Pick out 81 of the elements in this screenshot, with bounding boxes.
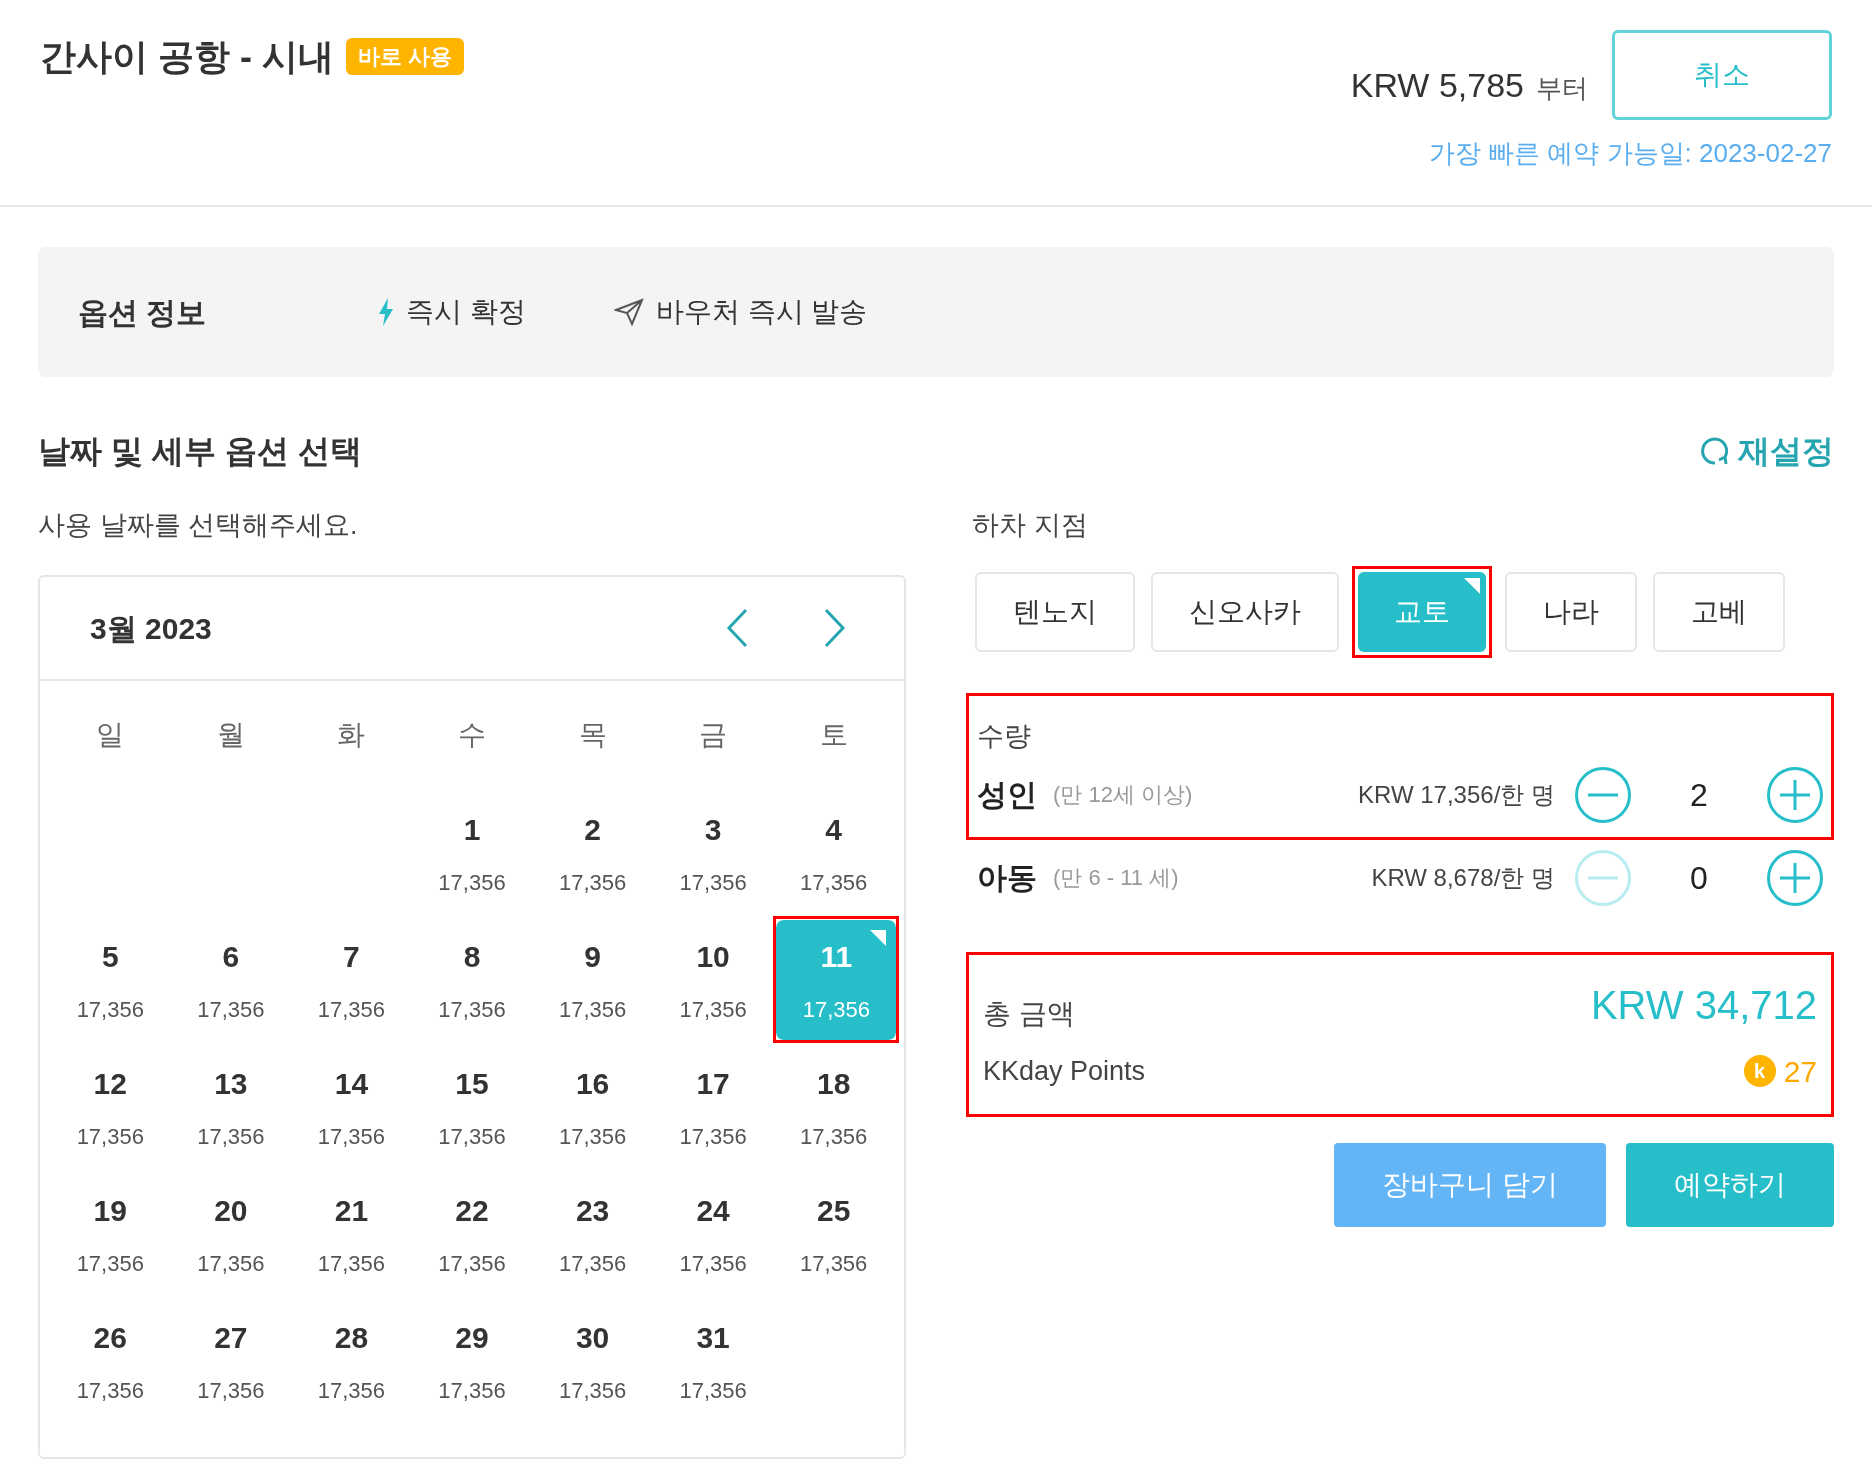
total-amount: KRW 34,712 (1590, 981, 1817, 1029)
price-suffix: 부터 (1536, 71, 1588, 105)
date-cell[interactable]: 25 17,356 (773, 1173, 894, 1294)
corner-flag-icon (1464, 578, 1480, 594)
age-note: (만 6 - 11 세) (1053, 864, 1179, 892)
date-cell[interactable]: 31 17,356 (653, 1300, 774, 1421)
section-title: 날짜 및 세부 옵션 선택 (38, 432, 362, 471)
date-cell[interactable]: 16 17,356 (532, 1046, 653, 1167)
quantity-count: 0 (1689, 858, 1709, 898)
weekday-label: 토 (818, 718, 849, 752)
points-label: KKday Points (983, 1054, 1146, 1088)
weekday-label: 월 (215, 718, 246, 752)
starting-price: KRW 5,785 (1350, 64, 1524, 106)
date-cell[interactable]: 20 17,356 (170, 1173, 291, 1294)
date-cell[interactable]: 17 17,356 (653, 1046, 774, 1167)
weekday-label: 수 (457, 718, 487, 752)
date-cell[interactable]: 1 17,356 (412, 792, 532, 913)
earliest-date: 가장 빠른 예약 가능일: 2023-02-27 (1428, 137, 1832, 170)
plus-icon (1780, 779, 1810, 810)
weekday-label: 금 (698, 718, 729, 752)
dropoff-option[interactable]: 신오사카 (1151, 572, 1339, 652)
date-cell[interactable]: 9 17,356 (532, 919, 653, 1040)
refresh-icon (1700, 436, 1730, 466)
feature-label: 바우처 즉시 발송 (655, 295, 868, 329)
lightning-icon (378, 298, 394, 326)
instant-use-badge: 바로 사용 (346, 38, 465, 75)
date-prompt: 사용 날짜를 선택해주세요. (38, 509, 359, 542)
coin-icon: k (1743, 1055, 1776, 1087)
date-cell[interactable]: 23 17,356 (532, 1173, 653, 1294)
ticket-type: 아동 (977, 860, 1037, 896)
date-cell[interactable]: 3 17,356 (653, 792, 774, 913)
date-cell[interactable]: 7 17,356 (291, 919, 412, 1040)
plus-icon (1780, 862, 1810, 893)
date-cell[interactable]: 18 17,356 (773, 1046, 894, 1167)
minus-icon (1588, 875, 1618, 880)
quantity-count: 2 (1689, 775, 1709, 815)
month-label: 3월 2023 (90, 610, 212, 647)
age-note: (만 12세 이상) (1053, 781, 1193, 809)
date-cell[interactable]: 4 17,356 (773, 792, 894, 913)
dropoff-option[interactable]: 텐노지 (975, 572, 1135, 652)
date-cell[interactable]: 6 17,356 (170, 919, 291, 1040)
page-title: 간사이 공항 - 시내 (40, 35, 334, 79)
date-cell[interactable]: 15 17,356 (412, 1046, 532, 1167)
minus-button[interactable] (1575, 766, 1631, 823)
date-cell[interactable]: 27 17,356 (170, 1300, 291, 1421)
ticket-type: 성인 (977, 777, 1037, 813)
feature-label: 즉시 확정 (406, 295, 526, 329)
date-cell[interactable]: 19 17,356 (50, 1173, 171, 1294)
quantity-title: 수량 (977, 720, 1032, 753)
unit-price: KRW 8,678/한 명 (1371, 862, 1555, 893)
date-cell[interactable]: 26 17,356 (50, 1300, 171, 1421)
date-cell[interactable]: 28 17,356 (291, 1300, 412, 1421)
weekday-label: 화 (336, 718, 367, 752)
date-cell[interactable]: 29 17,356 (412, 1300, 532, 1421)
corner-flag-icon (870, 929, 887, 946)
date-cell[interactable]: 24 17,356 (653, 1173, 774, 1294)
plus-button[interactable] (1767, 849, 1823, 906)
date-cell[interactable]: 10 17,356 (653, 919, 774, 1040)
weekday-label: 일 (95, 718, 126, 752)
dropoff-option[interactable]: 고베 (1653, 572, 1785, 652)
plus-button[interactable] (1767, 766, 1823, 823)
date-cell[interactable]: 30 17,356 (532, 1300, 653, 1421)
total-label: 총 금액 (983, 996, 1075, 1031)
unit-price: KRW 17,356/한 명 (1358, 779, 1555, 810)
chevron-right-icon (824, 608, 846, 648)
points-value: 27 (1783, 1053, 1817, 1090)
date-cell[interactable]: 2 17,356 (532, 792, 653, 913)
dropoff-title: 하차 지점 (972, 509, 1089, 542)
weekday-label: 목 (577, 718, 608, 752)
option-info-title: 옵션 정보 (78, 294, 208, 331)
date-cell[interactable]: 22 17,356 (412, 1173, 532, 1294)
date-cell[interactable]: 14 17,356 (291, 1046, 412, 1167)
chevron-left-icon (726, 608, 748, 648)
dropoff-option[interactable]: 나라 (1505, 572, 1637, 652)
paper-plane-icon (613, 298, 644, 326)
minus-icon (1588, 792, 1618, 797)
date-cell[interactable]: 21 17,356 (291, 1173, 412, 1294)
date-cell[interactable]: 13 17,356 (170, 1046, 291, 1167)
date-cell[interactable]: 8 17,356 (412, 919, 532, 1040)
date-cell[interactable]: 5 17,356 (50, 919, 171, 1040)
date-cell[interactable]: 12 17,356 (50, 1046, 171, 1167)
